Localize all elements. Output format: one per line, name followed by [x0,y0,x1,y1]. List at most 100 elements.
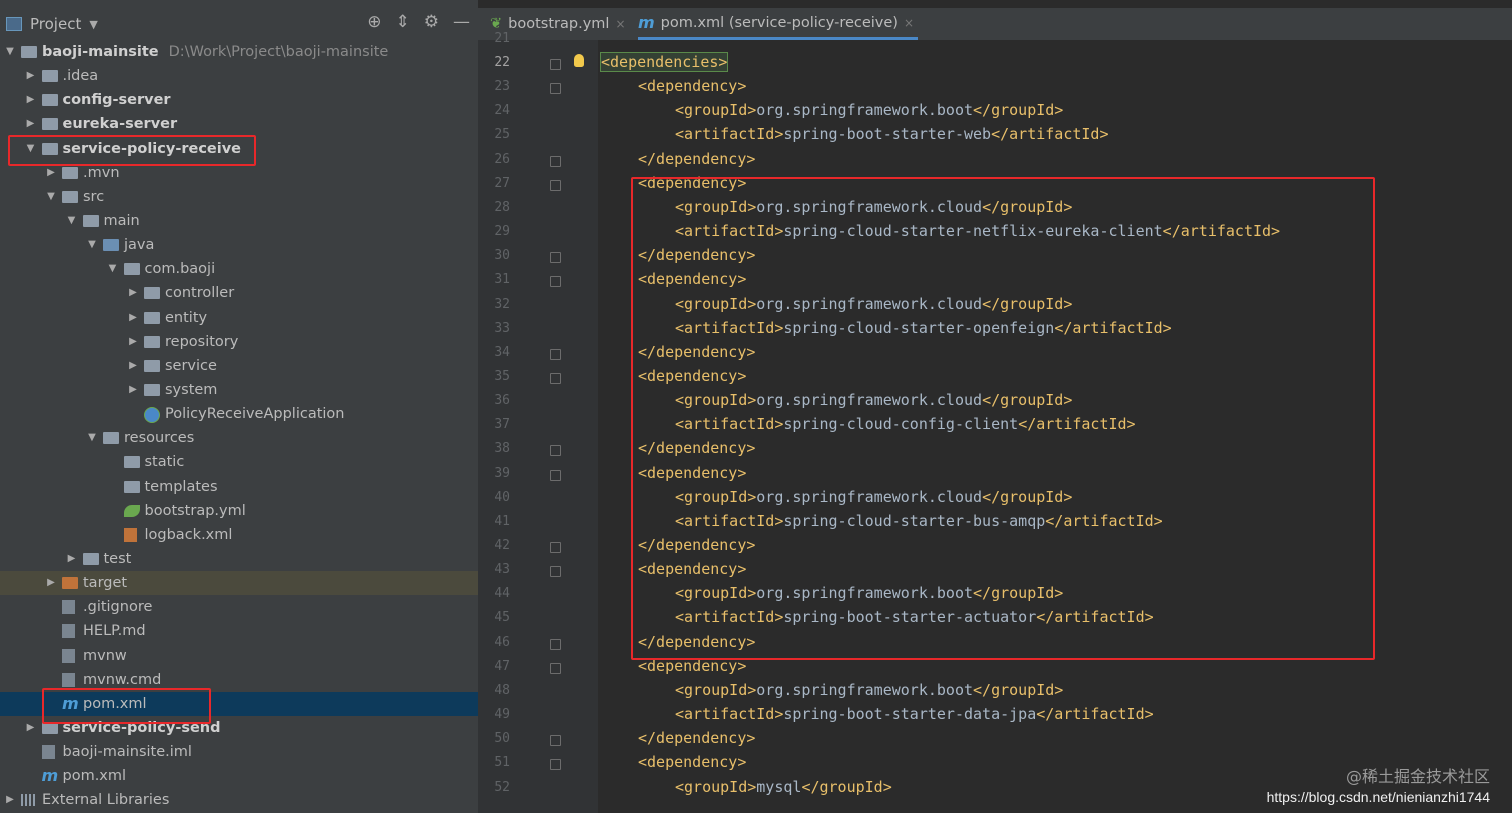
chevron-down-icon[interactable]: ▼ [89,18,97,31]
chevron-down-icon[interactable]: ▼ [107,257,119,281]
code-line[interactable]: <groupId>org.springframework.boot</group… [675,681,1063,699]
tree-item[interactable]: mvnw [0,644,478,668]
code-line[interactable]: <artifactId>spring-cloud-starter-netflix… [675,222,1280,240]
fold-open-icon[interactable] [550,469,561,481]
fold-close-icon[interactable] [550,445,561,457]
chevron-right-icon[interactable]: ▶ [127,330,139,354]
code-line[interactable]: </dependency> [638,729,755,747]
tree-item[interactable]: HELP.md [0,619,478,643]
code-line[interactable]: <groupId>org.springframework.boot</group… [675,101,1063,119]
chevron-down-icon[interactable]: ▼ [86,426,98,450]
fold-open-icon[interactable] [550,83,561,95]
chevron-right-icon[interactable]: ▶ [25,716,37,740]
fold-open-icon[interactable] [550,179,561,191]
code-line[interactable]: <artifactId>spring-cloud-starter-openfei… [675,319,1172,337]
code-line[interactable]: </dependency> [638,343,755,361]
code-line[interactable]: <groupId>org.springframework.cloud</grou… [675,198,1072,216]
tree-item[interactable]: PolicyReceiveApplication [0,402,478,426]
code-line[interactable]: <groupId>org.springframework.cloud</grou… [675,488,1072,506]
lightbulb-icon[interactable] [574,54,584,67]
code-line[interactable]: <groupId>org.springframework.cloud</grou… [675,391,1072,409]
chevron-down-icon[interactable]: ▼ [25,137,37,161]
code-line[interactable]: <dependency> [638,560,746,578]
tree-item[interactable]: ▼ com.baoji [0,257,478,281]
close-icon[interactable]: × [904,16,914,30]
tree-item[interactable]: ▼ java [0,233,478,257]
tree-item[interactable]: ▶ config-server [0,88,478,112]
tree-item[interactable]: ▶ target [0,571,478,596]
chevron-right-icon[interactable]: ▶ [25,112,37,136]
code-line[interactable]: <dependency> [638,753,746,771]
code-line[interactable]: <artifactId>spring-boot-starter-data-jpa… [675,705,1154,723]
code-line[interactable]: <artifactId>spring-boot-starter-web</art… [675,125,1109,143]
tree-item[interactable]: ▶ test [0,547,478,571]
tree-item[interactable]: mvnw.cmd [0,668,478,692]
code-line[interactable]: </dependency> [638,536,755,554]
code-line[interactable]: <groupId>org.springframework.boot</group… [675,584,1063,602]
code-line[interactable]: <dependency> [638,77,746,95]
close-icon[interactable]: × [615,17,625,31]
chevron-right-icon[interactable]: ▶ [127,378,139,402]
chevron-right-icon[interactable]: ▶ [45,161,57,185]
chevron-down-icon[interactable]: ▼ [45,185,57,209]
fold-close-icon[interactable] [550,542,561,553]
chevron-right-icon[interactable]: ▶ [45,571,57,595]
code-line[interactable]: <dependency> [638,174,746,192]
tree-item[interactable]: ▼ src [0,185,478,209]
fold-close-icon[interactable] [550,735,561,747]
gear-icon[interactable]: ⚙ [424,12,439,32]
tree-item[interactable]: ▶ .idea [0,64,478,88]
tree-item[interactable]: ▶ controller [0,281,478,305]
chevron-right-icon[interactable]: ▶ [127,281,139,305]
tree-item[interactable]: templates [0,475,478,499]
editor-tab[interactable]: ❦ bootstrap.yml × [490,8,626,40]
fold-open-icon[interactable] [550,662,561,674]
code-line[interactable]: <dependency> [638,270,746,288]
chevron-down-icon[interactable]: ▼ [4,40,16,64]
project-view-selector[interactable]: Project ▼ [6,15,98,33]
minimize-icon[interactable]: — [453,12,470,32]
collapse-icon[interactable]: ⇕ [396,12,410,32]
tree-item[interactable]: baoji-mainsite.iml [0,740,478,764]
tree-item[interactable]: m pom.xml [0,691,478,716]
code-line[interactable]: <artifactId>spring-boot-starter-actuator… [675,608,1154,626]
fold-open-icon[interactable] [550,276,561,288]
code-line[interactable]: <dependency> [638,657,746,675]
fold-open-icon[interactable] [550,59,561,70]
fold-open-icon[interactable] [550,372,561,384]
code-line[interactable]: <artifactId>spring-cloud-starter-bus-amq… [675,512,1163,530]
fold-close-icon[interactable] [550,252,561,264]
code-line[interactable]: <artifactId>spring-cloud-config-client</… [675,415,1136,433]
code-line[interactable]: <groupId>mysql</groupId> [675,778,892,796]
tree-item[interactable]: m pom.xml [0,764,478,788]
tree-item[interactable]: ▶ eureka-server [0,112,478,136]
fold-close-icon[interactable] [550,348,561,360]
chevron-right-icon[interactable]: ▶ [127,354,139,378]
tree-item[interactable]: ▶ service [0,354,478,378]
code-line[interactable]: </dependency> [638,150,755,168]
tree-item[interactable]: ▼ main [0,209,478,233]
tree-item[interactable]: ▼ service-policy-receive [0,137,478,161]
code-line[interactable]: <dependency> [638,367,746,385]
fold-close-icon[interactable] [550,638,561,650]
tree-item[interactable]: bootstrap.yml [0,499,478,523]
chevron-right-icon[interactable]: ▶ [25,64,37,88]
chevron-down-icon[interactable]: ▼ [66,209,78,233]
tree-item[interactable]: .gitignore [0,595,478,619]
globe-icon[interactable]: ⊕ [367,12,381,32]
tree-item[interactable]: logback.xml [0,523,478,547]
editor-tab[interactable]: m pom.xml (service-policy-receive) × [638,8,919,40]
chevron-right-icon[interactable]: ▶ [25,88,37,112]
fold-close-icon[interactable] [550,155,561,167]
tree-item[interactable]: ▼ resources [0,426,478,450]
code-line[interactable]: </dependency> [638,633,755,651]
tree-item[interactable]: ▶ repository [0,330,478,354]
code-line[interactable]: <dependency> [638,464,746,482]
code-line[interactable]: </dependency> [638,439,755,457]
fold-open-icon[interactable] [550,759,561,771]
tree-item[interactable]: ▶ entity [0,306,478,330]
tree-item[interactable]: ▶ system [0,378,478,402]
chevron-right-icon[interactable]: ▶ [4,788,16,812]
code-line[interactable]: <dependencies> [599,52,729,72]
tree-item[interactable]: ▶ .mvn [0,161,478,185]
